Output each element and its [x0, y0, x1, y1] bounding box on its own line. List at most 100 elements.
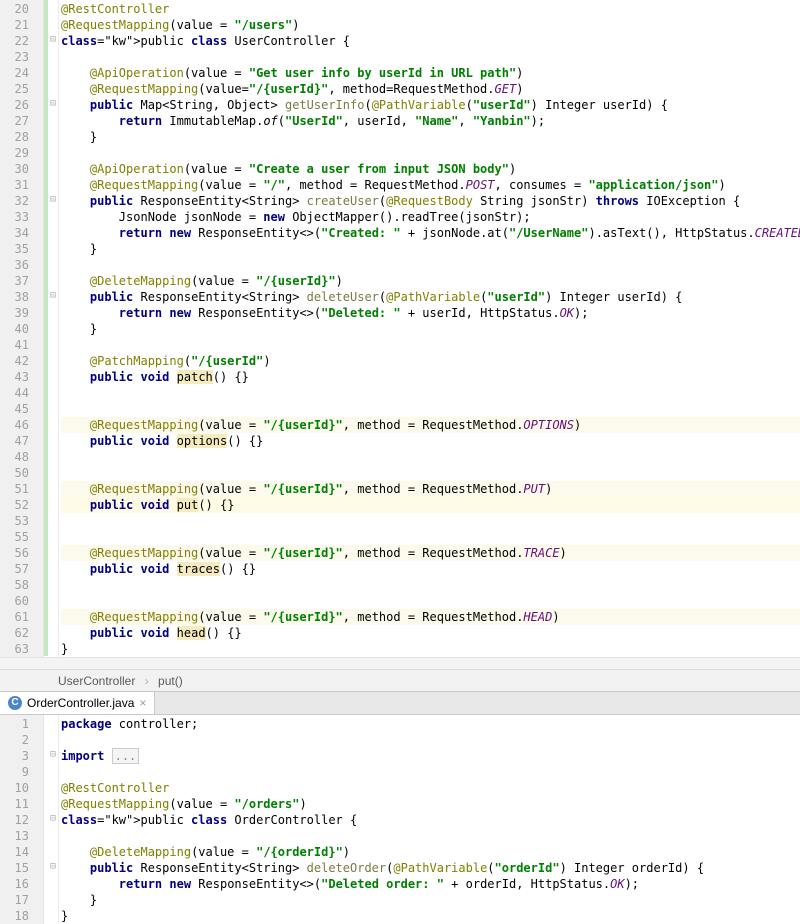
code-line[interactable]: @PatchMapping("/{userId") — [61, 353, 800, 369]
line-number[interactable]: 30 — [0, 161, 29, 177]
code-line[interactable] — [61, 385, 800, 401]
line-number[interactable]: 34 — [0, 225, 29, 241]
tab-order-controller[interactable]: C OrderController.java × — [0, 692, 155, 714]
code-line[interactable]: @RequestMapping(value = "/{userId}", met… — [61, 481, 800, 497]
line-number[interactable]: 16 — [0, 876, 29, 892]
top-horizontal-scrollbar[interactable] — [0, 657, 800, 669]
line-number[interactable]: 35 — [0, 241, 29, 257]
code-line[interactable]: @RestController — [61, 780, 800, 796]
line-number[interactable]: 46 — [0, 417, 29, 433]
line-number[interactable]: 26 — [0, 97, 29, 113]
close-icon[interactable]: × — [139, 696, 146, 710]
code-line[interactable]: public ResponseEntity<String> deleteOrde… — [61, 860, 800, 876]
code-line[interactable]: } — [61, 321, 800, 337]
line-number[interactable]: 53 — [0, 513, 29, 529]
code-line[interactable]: return new ResponseEntity<>("Deleted: " … — [61, 305, 800, 321]
line-number[interactable]: 22 — [0, 33, 29, 49]
code-line[interactable]: } — [61, 241, 800, 257]
code-line[interactable] — [61, 764, 800, 780]
bottom-code-area[interactable]: package controller;import ...@RestContro… — [59, 715, 800, 924]
code-line[interactable]: } — [61, 908, 800, 924]
code-line[interactable]: @RequestMapping(value = "/{userId}", met… — [61, 417, 800, 433]
code-line[interactable]: @RequestMapping(value = "/", method = Re… — [61, 177, 800, 193]
line-number[interactable]: 42 — [0, 353, 29, 369]
top-code-area[interactable]: @RestController@RequestMapping(value = "… — [59, 0, 800, 657]
fold-toggle-icon[interactable]: ⊟ — [48, 288, 58, 304]
code-line[interactable]: class="kw">public class UserController { — [61, 33, 800, 49]
code-line[interactable]: @RequestMapping(value = "/users") — [61, 17, 800, 33]
code-line[interactable]: @DeleteMapping(value = "/{userId}") — [61, 273, 800, 289]
line-number[interactable]: 52 — [0, 497, 29, 513]
code-line[interactable]: class="kw">public class OrderController … — [61, 812, 800, 828]
code-line[interactable] — [61, 577, 800, 593]
line-number[interactable]: 39 — [0, 305, 29, 321]
line-number[interactable]: 25 — [0, 81, 29, 97]
line-number[interactable]: 12 — [0, 812, 29, 828]
code-line[interactable] — [61, 49, 800, 65]
code-line[interactable] — [61, 401, 800, 417]
line-number[interactable]: 51 — [0, 481, 29, 497]
line-number[interactable]: 17 — [0, 892, 29, 908]
bottom-line-gutter[interactable]: 1239101112131415161718 — [0, 715, 44, 924]
code-line[interactable] — [61, 257, 800, 273]
code-line[interactable]: package controller; — [61, 716, 800, 732]
line-number[interactable]: 13 — [0, 828, 29, 844]
line-number[interactable]: 36 — [0, 257, 29, 273]
code-line[interactable]: public ResponseEntity<String> createUser… — [61, 193, 800, 209]
code-line[interactable]: @RestController — [61, 1, 800, 17]
line-number[interactable]: 60 — [0, 593, 29, 609]
line-number[interactable]: 48 — [0, 449, 29, 465]
top-editor[interactable]: 2021222324252627282930313233343536373839… — [0, 0, 800, 657]
line-number[interactable]: 18 — [0, 908, 29, 924]
code-line[interactable]: return new ResponseEntity<>("Created: " … — [61, 225, 800, 241]
line-number[interactable]: 44 — [0, 385, 29, 401]
code-line[interactable]: } — [61, 892, 800, 908]
line-number[interactable]: 1 — [0, 716, 29, 732]
code-line[interactable] — [61, 529, 800, 545]
code-line[interactable]: public void traces() {} — [61, 561, 800, 577]
code-line[interactable]: @ApiOperation(value = "Create a user fro… — [61, 161, 800, 177]
line-number[interactable]: 45 — [0, 401, 29, 417]
top-fold-strip[interactable]: ⊟⊟ ⊟ ⊟ — [48, 0, 59, 657]
line-number[interactable]: 28 — [0, 129, 29, 145]
code-line[interactable]: @RequestMapping(value = "/{userId}", met… — [61, 545, 800, 561]
code-line[interactable] — [61, 513, 800, 529]
fold-toggle-icon[interactable]: ⊟ — [48, 192, 58, 208]
code-line[interactable] — [61, 449, 800, 465]
fold-toggle-icon[interactable]: ⊟ — [48, 859, 58, 875]
line-number[interactable]: 47 — [0, 433, 29, 449]
line-number[interactable]: 50 — [0, 465, 29, 481]
breadcrumb-method[interactable]: put() — [158, 674, 183, 688]
fold-toggle-icon[interactable]: ⊟ — [48, 32, 58, 48]
code-line[interactable]: public void patch() {} — [61, 369, 800, 385]
line-number[interactable]: 37 — [0, 273, 29, 289]
code-line[interactable]: public void options() {} — [61, 433, 800, 449]
line-number[interactable]: 15 — [0, 860, 29, 876]
code-line[interactable]: } — [61, 641, 800, 657]
code-line[interactable]: JsonNode jsonNode = new ObjectMapper().r… — [61, 209, 800, 225]
code-line[interactable]: return ImmutableMap.of("UserId", userId,… — [61, 113, 800, 129]
line-number[interactable]: 2 — [0, 732, 29, 748]
line-number[interactable]: 32 — [0, 193, 29, 209]
line-number[interactable]: 43 — [0, 369, 29, 385]
line-number[interactable]: 57 — [0, 561, 29, 577]
line-number[interactable]: 14 — [0, 844, 29, 860]
code-line[interactable] — [61, 337, 800, 353]
line-number[interactable]: 55 — [0, 529, 29, 545]
code-line[interactable]: } — [61, 129, 800, 145]
line-number[interactable]: 10 — [0, 780, 29, 796]
code-line[interactable]: @RequestMapping(value = "/{userId}", met… — [61, 609, 800, 625]
line-number[interactable]: 31 — [0, 177, 29, 193]
line-number[interactable]: 40 — [0, 321, 29, 337]
line-number[interactable]: 11 — [0, 796, 29, 812]
bottom-fold-strip[interactable]: ⊟⊟⊟ — [48, 715, 59, 924]
code-line[interactable]: @ApiOperation(value = "Get user info by … — [61, 65, 800, 81]
line-number[interactable]: 33 — [0, 209, 29, 225]
line-number[interactable]: 63 — [0, 641, 29, 657]
line-number[interactable]: 27 — [0, 113, 29, 129]
code-line[interactable]: public void put() {} — [61, 497, 800, 513]
line-number[interactable]: 56 — [0, 545, 29, 561]
line-number[interactable]: 38 — [0, 289, 29, 305]
code-line[interactable] — [61, 593, 800, 609]
code-line[interactable]: @RequestMapping(value="/{userId}", metho… — [61, 81, 800, 97]
